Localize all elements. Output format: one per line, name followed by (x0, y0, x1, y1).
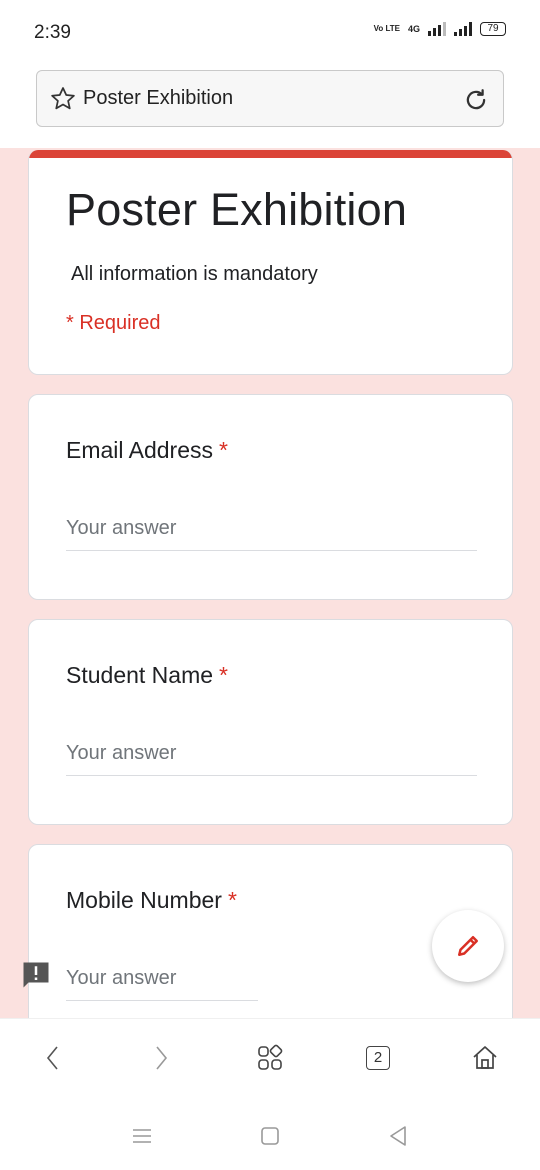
star-outline-icon[interactable] (48, 84, 78, 114)
form-accent-bar (29, 150, 512, 158)
input-underline (66, 775, 477, 776)
pencil-icon (458, 936, 478, 956)
question-label: Email Address * (66, 437, 228, 464)
input-underline (66, 550, 477, 551)
student-name-input[interactable]: Your answer (66, 742, 176, 765)
edit-fab-button[interactable] (432, 910, 504, 982)
signal-icon (428, 22, 446, 36)
email-input[interactable]: Your answer (66, 517, 176, 540)
question-label: Mobile Number * (66, 887, 237, 914)
forward-button[interactable] (144, 1041, 178, 1075)
tab-count-icon: 2 (366, 1046, 390, 1070)
question-card-student-name: Student Name * Your answer (28, 619, 513, 825)
question-label: Student Name * (66, 662, 228, 689)
triangle-back-icon[interactable] (386, 1124, 410, 1148)
chevron-right-icon (156, 1046, 168, 1070)
form-header-card: Poster Exhibition All information is man… (28, 150, 513, 375)
required-marker: * (219, 662, 228, 688)
browser-nav-bar: 2 (0, 1018, 540, 1096)
status-icons: Vo LTE 4G 79 (374, 22, 506, 36)
required-marker: * (227, 887, 237, 913)
required-note: * Required (66, 312, 161, 334)
question-title: Email Address (66, 437, 214, 463)
chevron-left-icon (46, 1046, 58, 1070)
address-bar[interactable]: Poster Exhibition (36, 70, 504, 127)
system-nav-bar (0, 1096, 540, 1170)
home-button[interactable] (468, 1041, 502, 1075)
question-title: Mobile Number (66, 887, 222, 913)
question-card-email: Email Address * Your answer (28, 394, 513, 600)
form-description: All information is mandatory (71, 263, 318, 285)
signal-icon-2 (454, 22, 472, 36)
battery-icon: 79 (480, 22, 506, 36)
form-content[interactable]: Poster Exhibition All information is man… (0, 148, 540, 1018)
menu-button[interactable] (253, 1041, 287, 1075)
volte-indicator: Vo LTE (373, 24, 400, 33)
home-icon (473, 1046, 497, 1069)
status-bar: 2:39 Vo LTE 4G 79 (0, 0, 540, 64)
reload-icon[interactable] (461, 85, 491, 115)
tabs-button[interactable]: 2 (361, 1041, 395, 1075)
status-time: 2:39 (34, 22, 71, 43)
back-button[interactable] (36, 1041, 70, 1075)
grid-menu-icon (258, 1044, 283, 1070)
address-title[interactable]: Poster Exhibition (83, 87, 233, 110)
form-title: Poster Exhibition (66, 184, 408, 235)
required-marker: * (219, 437, 228, 463)
recents-icon[interactable] (130, 1124, 154, 1148)
feedback-icon[interactable] (21, 960, 51, 990)
network-type: 4G (407, 24, 420, 34)
mobile-number-input[interactable]: Your answer (66, 967, 176, 990)
input-underline (66, 1000, 258, 1001)
square-home-icon[interactable] (258, 1124, 282, 1148)
question-title: Student Name (66, 662, 214, 688)
